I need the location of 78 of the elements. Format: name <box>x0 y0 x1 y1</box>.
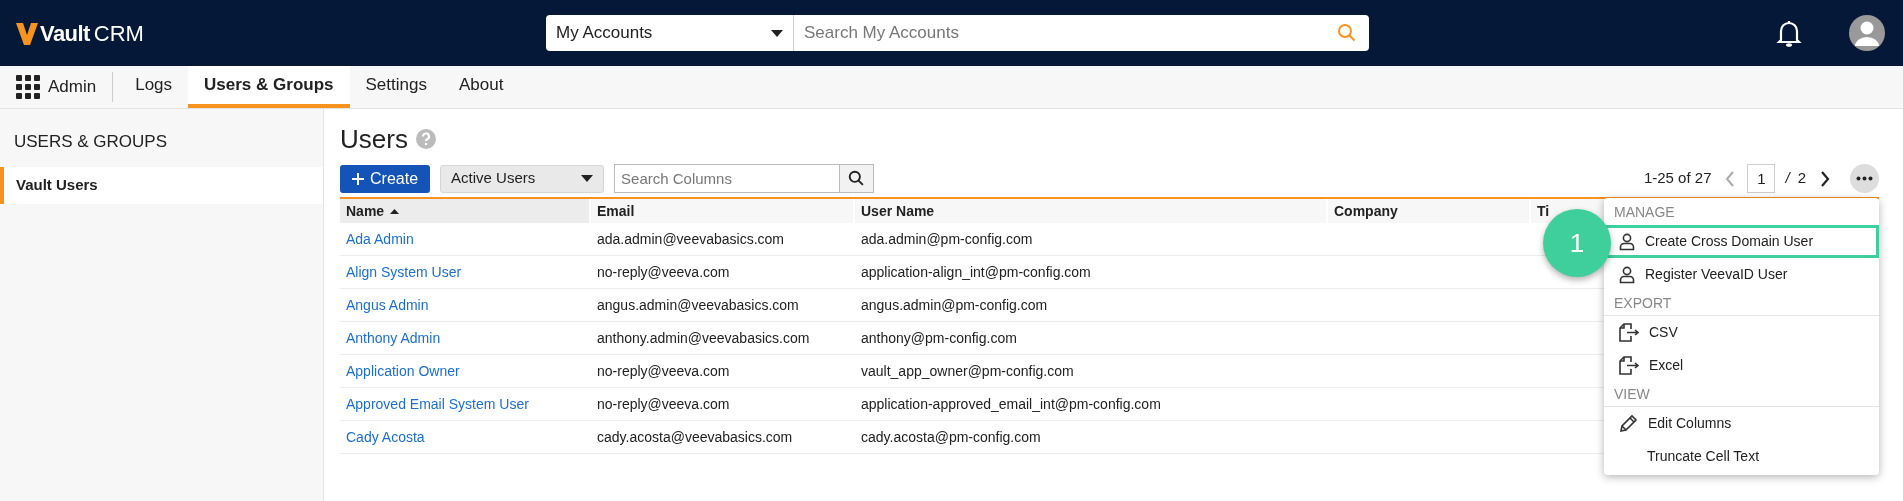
table-cell: no-reply@veeva.com <box>597 395 730 412</box>
search-icon <box>848 170 866 187</box>
caret-icon <box>771 29 783 37</box>
menu-item[interactable]: Create Cross Domain User <box>1604 225 1879 258</box>
user-name-link[interactable]: Ada Admin <box>346 230 414 247</box>
user-name-link[interactable]: Approved Email System User <box>346 395 529 412</box>
sidebar-heading: USERS & GROUPS <box>13 131 169 153</box>
plus-icon <box>352 172 364 185</box>
menu-item[interactable]: Edit Columns <box>1604 407 1879 440</box>
nav-tab[interactable]: About <box>442 66 520 108</box>
next-page-icon[interactable] <box>1820 170 1830 187</box>
pencil-icon <box>1619 414 1638 433</box>
user-icon <box>1619 232 1635 251</box>
caret-icon <box>581 175 594 182</box>
menu-item-label: Register VeevaID User <box>1645 265 1788 284</box>
pager-range: 1-25 of 27 <box>1643 168 1712 189</box>
menu-item-label: Excel <box>1649 356 1684 375</box>
menu-section-heading: EXPORT <box>1604 291 1879 316</box>
logo-icon <box>16 21 38 45</box>
menu-section-heading: VIEW <box>1604 382 1879 407</box>
app-name: Admin <box>48 76 97 99</box>
menu-item[interactable]: Register VeevaID User <box>1604 258 1879 291</box>
user-name-link[interactable]: Angus Admin <box>346 296 429 313</box>
menu-item-label: CSV <box>1649 323 1678 342</box>
table-cell: anthony.admin@veevabasics.com <box>597 329 810 346</box>
table-cell: angus.admin@veevabasics.com <box>597 296 799 313</box>
column-header[interactable]: Email <box>591 199 855 223</box>
create-button[interactable]: Create <box>340 164 431 193</box>
search-button[interactable] <box>840 164 875 193</box>
menu-item-label: Create Cross Domain User <box>1645 232 1814 251</box>
menu-item-label: Truncate Cell Text <box>1647 447 1760 466</box>
table-cell: ada.admin@veevabasics.com <box>597 230 784 247</box>
sidebar-item[interactable]: Vault Users <box>0 166 323 204</box>
table-cell: cady.acosta@veevabasics.com <box>597 428 793 445</box>
export-icon <box>1619 323 1639 342</box>
menu-item[interactable]: CSV <box>1604 316 1879 349</box>
table-cell: vault_app_owner@pm-config.com <box>861 362 1074 379</box>
search-scope-dropdown[interactable]: My Accounts <box>546 15 794 51</box>
column-header[interactable]: Company <box>1328 199 1531 223</box>
search-icon <box>1337 23 1357 43</box>
menu-item[interactable]: Excel <box>1604 349 1879 382</box>
export-icon <box>1619 356 1639 375</box>
nav-tab[interactable]: Users & Groups <box>188 66 350 108</box>
menu-section-heading: MANAGE <box>1613 203 1676 222</box>
sort-ascending-icon <box>390 208 400 214</box>
table-cell: cady.acosta@pm-config.com <box>861 428 1041 445</box>
page-title: Users <box>340 122 408 156</box>
column-header[interactable]: Name <box>340 199 591 223</box>
filter-dropdown[interactable]: Active Users <box>440 164 605 193</box>
menu-item-label: Edit Columns <box>1648 414 1732 433</box>
table-cell: application-align_int@pm-config.com <box>861 263 1091 280</box>
table-cell: anthony@pm-config.com <box>861 329 1017 346</box>
page-separator: / <box>1785 168 1790 189</box>
logo-text: CRM <box>93 19 144 48</box>
page-field[interactable]: 1 <box>1747 164 1776 193</box>
menu-item[interactable]: Truncate Cell Text <box>1604 440 1879 473</box>
nav-tab[interactable]: Logs <box>119 66 189 108</box>
user-name-link[interactable]: Cady Acosta <box>346 428 425 445</box>
table-cell: no-reply@veeva.com <box>597 263 730 280</box>
avatar-icon[interactable] <box>1849 15 1885 51</box>
search-field[interactable]: Search My Accounts <box>794 15 1325 51</box>
page-total: 2 <box>1797 168 1806 189</box>
table-cell: no-reply@veeva.com <box>597 362 730 379</box>
column-search-field[interactable]: Search Columns <box>614 164 841 193</box>
table-cell: ada.admin@pm-config.com <box>861 230 1033 247</box>
table-cell: angus.admin@pm-config.com <box>861 296 1048 313</box>
nav-tab[interactable]: Settings <box>349 66 443 108</box>
more-icon <box>1856 176 1873 181</box>
user-icon <box>1619 265 1635 284</box>
more-actions-button[interactable] <box>1850 164 1879 193</box>
logo-text: Vault <box>40 19 90 48</box>
user-name-link[interactable]: Align System User <box>346 263 462 280</box>
app-grid-icon[interactable] <box>16 75 40 99</box>
user-name-link[interactable]: Application Owner <box>346 362 460 379</box>
bell-icon[interactable] <box>1776 19 1802 47</box>
user-name-link[interactable]: Anthony Admin <box>346 329 441 346</box>
column-header[interactable]: User Name <box>855 199 1328 223</box>
table-cell: application-approved_email_int@pm-config.com <box>861 395 1161 412</box>
